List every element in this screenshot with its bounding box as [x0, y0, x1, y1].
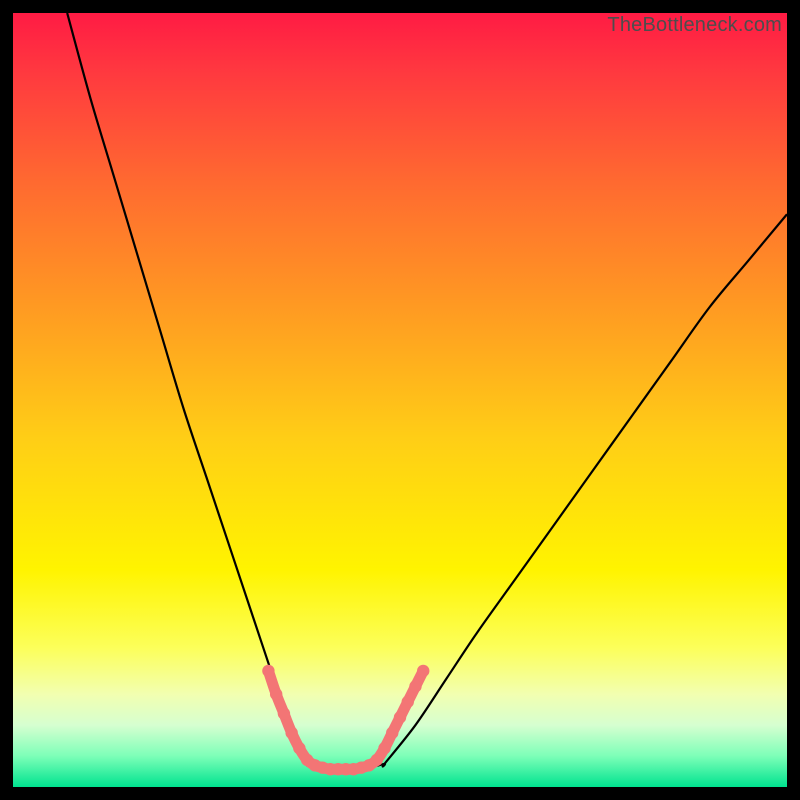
pink-data-point [378, 742, 390, 754]
plot-area [13, 13, 787, 787]
pink-data-point [285, 727, 297, 739]
pink-data-point [262, 665, 274, 677]
pink-data-point [394, 711, 406, 723]
pink-data-point [278, 707, 290, 719]
pink-overlay [13, 13, 787, 787]
watermark-text: TheBottleneck.com [607, 14, 782, 37]
pink-data-point [270, 688, 282, 700]
pink-data-point [371, 754, 383, 766]
pink-data-point [402, 696, 414, 708]
chart-frame: TheBottleneck.com [0, 0, 800, 800]
pink-data-point [293, 742, 305, 754]
pink-data-point [386, 727, 398, 739]
pink-data-point [409, 680, 421, 692]
pink-data-point [417, 665, 429, 677]
